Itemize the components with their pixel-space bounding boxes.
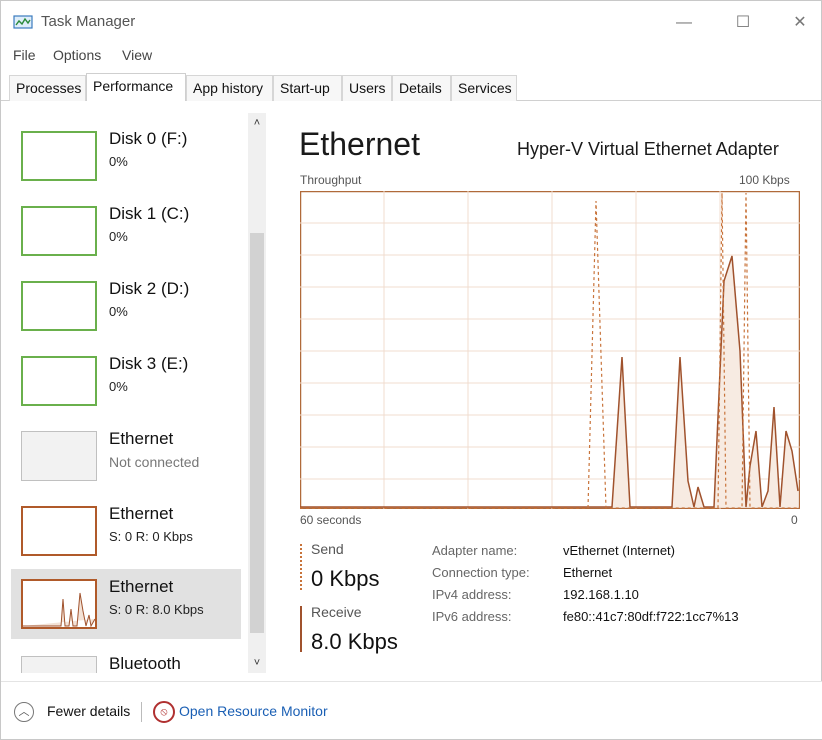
menu-bar: File Options View xyxy=(1,43,822,67)
task-manager-window: Task Manager — ☐ ✕ File Options View Pro… xyxy=(0,0,822,740)
ethernet-1-thumbnail xyxy=(21,506,97,556)
list-item-value: 0% xyxy=(109,154,128,169)
resource-list: Disk 0 (F:) 0% Disk 1 (C:) 0% Disk 2 (D:… xyxy=(1,101,269,673)
send-label: Send xyxy=(311,541,344,557)
list-item-disk-2[interactable]: Disk 2 (D:) 0% xyxy=(11,271,241,341)
ipv4-value: 192.168.1.10 xyxy=(563,587,639,602)
list-item-disk-3[interactable]: Disk 3 (E:) 0% xyxy=(11,346,241,416)
page-title: Ethernet xyxy=(299,126,420,162)
graph-x-right-label: 0 xyxy=(791,513,798,527)
scroll-down-icon[interactable]: ˅ xyxy=(250,655,264,671)
list-item-value: 0% xyxy=(109,229,128,244)
list-item-disk-0[interactable]: Disk 0 (F:) 0% xyxy=(11,121,241,191)
disk-1-thumbnail xyxy=(21,206,97,256)
close-button[interactable]: ✕ xyxy=(785,11,815,35)
footer-divider xyxy=(141,702,142,722)
list-item-value: 0% xyxy=(109,304,128,319)
ethernet-2-thumbnail xyxy=(21,579,97,629)
chevron-up-icon[interactable]: ︿ xyxy=(14,702,34,722)
list-item-title: Disk 0 (F:) xyxy=(109,129,188,148)
menu-file[interactable]: File xyxy=(13,47,36,63)
list-item-title: Bluetooth xyxy=(109,654,181,673)
task-manager-icon xyxy=(13,15,33,29)
send-indicator xyxy=(300,544,302,590)
throughput-graph xyxy=(300,191,800,509)
ipv6-label: IPv6 address: xyxy=(432,609,512,624)
list-item-ethernet-disconnected[interactable]: Ethernet Not connected xyxy=(11,421,241,491)
list-item-ethernet-1[interactable]: Ethernet S: 0 R: 0 Kbps xyxy=(11,496,241,566)
bluetooth-thumbnail xyxy=(21,656,97,673)
connection-type-value: Ethernet xyxy=(563,565,613,580)
list-item-title: Disk 2 (D:) xyxy=(109,279,190,298)
list-item-disk-1[interactable]: Disk 1 (C:) 0% xyxy=(11,196,241,266)
menu-options[interactable]: Options xyxy=(53,47,101,63)
graph-y-label: Throughput xyxy=(300,173,362,187)
ethernet-mini-graph xyxy=(23,592,96,628)
menu-view[interactable]: View xyxy=(122,47,152,63)
list-item-value: S: 0 R: 0 Kbps xyxy=(109,529,193,544)
send-value: 0 Kbps xyxy=(311,566,380,591)
list-item-value: S: 0 R: 8.0 Kbps xyxy=(109,602,204,617)
list-item-bluetooth[interactable]: Bluetooth xyxy=(11,646,241,673)
list-item-title: Ethernet xyxy=(109,577,174,596)
tab-performance[interactable]: Performance xyxy=(86,73,186,102)
adapter-name-label: Adapter name: xyxy=(432,543,518,558)
minimize-button[interactable]: — xyxy=(669,11,699,35)
disk-3-thumbnail xyxy=(21,356,97,406)
tab-users[interactable]: Users xyxy=(342,75,392,101)
window-title: Task Manager xyxy=(41,13,136,30)
receive-value: 8.0 Kbps xyxy=(311,629,398,654)
tab-start-up[interactable]: Start-up xyxy=(273,75,342,101)
graph-x-left-label: 60 seconds xyxy=(300,513,362,527)
disk-2-thumbnail xyxy=(21,281,97,331)
tab-processes[interactable]: Processes xyxy=(9,75,86,101)
connection-type-label: Connection type: xyxy=(432,565,530,580)
list-item-title: Disk 3 (E:) xyxy=(109,354,189,373)
scroll-up-icon[interactable]: ˄ xyxy=(250,115,264,131)
list-item-title: Ethernet xyxy=(109,429,174,448)
list-scrollbar[interactable]: ˄ ˅ xyxy=(248,113,266,673)
resource-monitor-icon[interactable]: ⦸ xyxy=(153,701,175,723)
ethernet-disconnected-thumbnail xyxy=(21,431,97,481)
receive-indicator xyxy=(300,606,302,652)
list-item-value: Not connected xyxy=(109,454,200,470)
ipv6-value: fe80::41c7:80df:f722:1cc7%13 xyxy=(563,609,739,624)
receive-label: Receive xyxy=(311,604,362,620)
tab-services[interactable]: Services xyxy=(451,75,517,101)
tab-bar: Processes Performance App history Start-… xyxy=(1,73,822,102)
ipv4-label: IPv4 address: xyxy=(432,587,512,602)
list-item-title: Disk 1 (C:) xyxy=(109,204,190,223)
tab-details[interactable]: Details xyxy=(392,75,451,101)
adapter-name-value: vEthernet (Internet) xyxy=(563,543,675,558)
maximize-button[interactable]: ☐ xyxy=(728,11,758,35)
adapter-description: Hyper-V Virtual Ethernet Adapter xyxy=(517,139,779,159)
title-bar: Task Manager — ☐ ✕ xyxy=(1,1,822,43)
disk-0-thumbnail xyxy=(21,131,97,181)
list-item-value: 0% xyxy=(109,379,128,394)
fewer-details-button[interactable]: Fewer details xyxy=(47,703,130,719)
tab-app-history[interactable]: App history xyxy=(186,75,273,101)
list-item-ethernet-2-selected[interactable]: Ethernet S: 0 R: 8.0 Kbps xyxy=(11,569,241,639)
scroll-thumb[interactable] xyxy=(250,233,264,633)
open-resource-monitor-link[interactable]: Open Resource Monitor xyxy=(179,703,328,719)
footer-bar: ︿ Fewer details ⦸ Open Resource Monitor xyxy=(1,681,822,739)
graph-y-max-label: 100 Kbps xyxy=(739,173,790,187)
list-item-title: Ethernet xyxy=(109,504,174,523)
